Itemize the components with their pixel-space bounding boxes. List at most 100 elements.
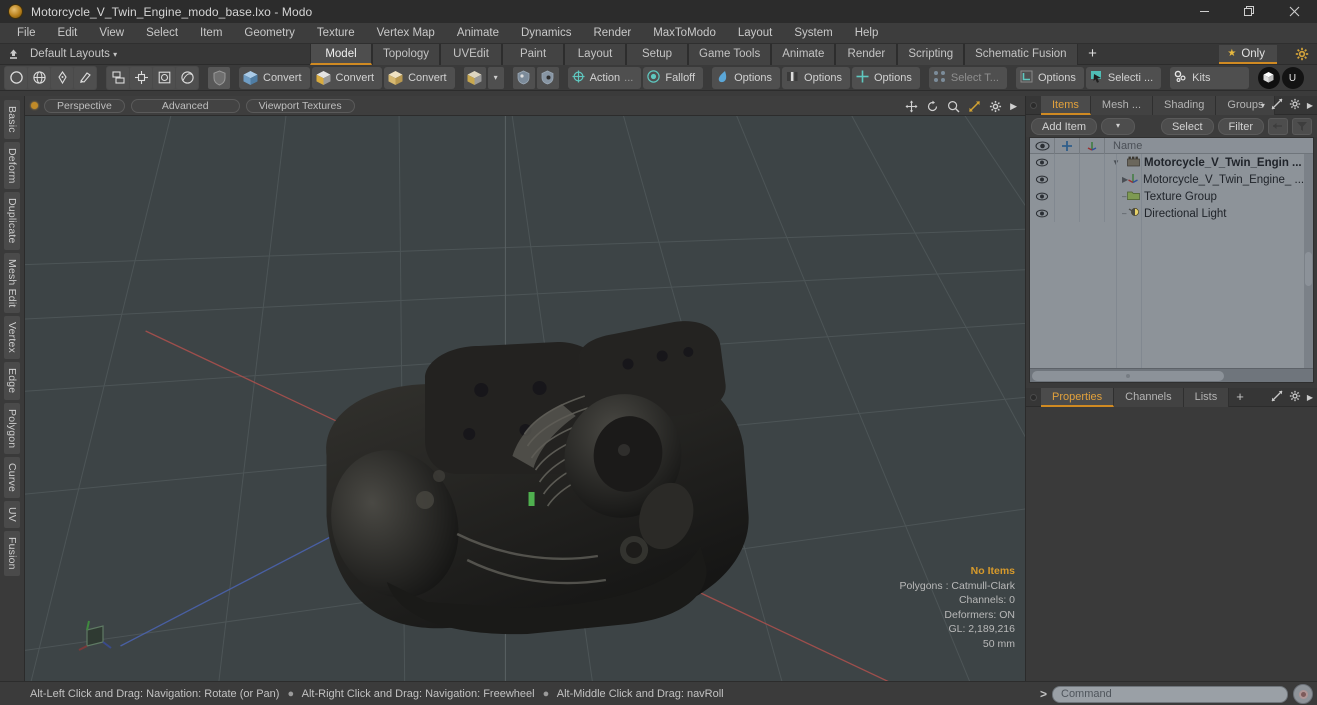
layout-tab-setup[interactable]: Setup — [626, 44, 689, 65]
tab-items[interactable]: Items — [1041, 95, 1091, 115]
convert-button-2[interactable]: Convert — [311, 66, 383, 89]
action-center-button[interactable]: Action ... — [567, 66, 642, 89]
only-toggle-button[interactable]: ★ Only — [1219, 45, 1277, 64]
3d-viewport[interactable]: No Items Polygons : Catmull-Clark Channe… — [25, 116, 1025, 681]
selection-button[interactable]: Selecti ... — [1085, 66, 1162, 89]
home-anchor-icon[interactable] — [0, 48, 26, 61]
menu-item-layout[interactable]: Layout — [727, 23, 784, 44]
add-layout-tab-button[interactable]: + — [1078, 44, 1108, 65]
menu-item-file[interactable]: File — [6, 23, 47, 44]
gear-icon[interactable] — [1289, 97, 1301, 115]
tab-mesh[interactable]: Mesh ... — [1090, 95, 1154, 115]
expand-icon[interactable] — [1271, 389, 1283, 407]
item-list[interactable]: Name ▼ Motorcycle_V_Twin_Engin ... — [1029, 137, 1314, 383]
rotate-icon[interactable] — [926, 100, 939, 113]
menu-item-texture[interactable]: Texture — [306, 23, 366, 44]
item-row-texture-group[interactable]: – Texture Group — [1030, 188, 1313, 205]
add-panel-tab-button[interactable]: + — [1229, 388, 1251, 407]
item-list-vertical-scrollbar[interactable] — [1304, 154, 1313, 368]
convert-button-3[interactable]: Convert — [384, 66, 455, 89]
unity-badge-icon[interactable]: U — [1281, 66, 1304, 89]
kits-button[interactable]: Kits — [1170, 66, 1249, 89]
back-arrow-icon[interactable] — [1268, 117, 1288, 135]
sidebar-tab-fusion[interactable]: Fusion — [4, 531, 20, 576]
tab-channels[interactable]: Channels — [1114, 387, 1184, 407]
item-list-horizontal-scrollbar[interactable] — [1030, 368, 1313, 382]
gear-icon[interactable] — [1295, 47, 1309, 66]
menu-item-item[interactable]: Item — [189, 23, 233, 44]
tab-shading[interactable]: Shading — [1153, 95, 1217, 115]
scrollbar-thumb[interactable] — [1032, 370, 1225, 381]
item-row-mesh[interactable]: ▶ Motorcycle_V_Twin_Engine_ ... — [1030, 171, 1313, 188]
close-icon[interactable] — [1272, 0, 1317, 23]
sidebar-tab-basic[interactable]: Basic — [4, 100, 20, 139]
sidebar-tab-duplicate[interactable]: Duplicate — [4, 192, 20, 250]
circle-icon[interactable] — [5, 66, 27, 89]
sidebar-tab-edge[interactable]: Edge — [4, 362, 20, 400]
select-through-button[interactable]: Select T... — [928, 66, 1007, 89]
layout-tab-model[interactable]: Model — [310, 44, 372, 65]
options-button-1[interactable]: Options — [712, 66, 781, 89]
gear-icon[interactable] — [1289, 389, 1301, 407]
plus-icon[interactable] — [1055, 137, 1080, 154]
layout-tab-render[interactable]: Render — [835, 44, 898, 65]
chevron-down-icon[interactable]: ▾ — [1261, 101, 1265, 110]
sidebar-tab-deform[interactable]: Deform — [4, 141, 20, 190]
cube-icon[interactable] — [463, 66, 486, 89]
record-icon[interactable] — [1293, 684, 1313, 704]
layout-tab-topology[interactable]: Topology — [372, 44, 441, 65]
menu-item-maxtomodo[interactable]: MaxToModo — [642, 23, 727, 44]
menu-item-render[interactable]: Render — [582, 23, 642, 44]
falloff-button[interactable]: Falloff — [643, 66, 704, 89]
tab-lists[interactable]: Lists — [1183, 387, 1230, 407]
menu-item-view[interactable]: View — [88, 23, 135, 44]
default-layouts-dropdown[interactable]: Default Layouts ▾ — [30, 48, 117, 60]
sidebar-tab-mesh-edit[interactable]: Mesh Edit — [4, 252, 20, 314]
zoom-icon[interactable] — [947, 100, 960, 113]
globe-icon[interactable] — [28, 66, 50, 89]
layout-tab-schematic-fusion[interactable]: Schematic Fusion — [964, 44, 1078, 65]
menu-item-animate[interactable]: Animate — [446, 23, 510, 44]
eye-icon[interactable] — [1030, 171, 1055, 188]
filter-button[interactable]: Filter — [1217, 117, 1264, 135]
viewport-mode-perspective[interactable]: Perspective — [44, 98, 125, 113]
sidebar-tab-polygon[interactable]: Polygon — [4, 402, 20, 455]
sidebar-tab-uv[interactable]: UV — [4, 501, 20, 529]
eye-icon[interactable] — [1030, 137, 1055, 154]
array-icon[interactable] — [130, 66, 152, 89]
layout-tab-paint[interactable]: Paint — [502, 44, 565, 65]
smooth-icon[interactable] — [176, 66, 198, 89]
brush-icon[interactable] — [74, 66, 96, 89]
layout-tab-uvedit[interactable]: UVEdit — [440, 44, 503, 65]
options-button-2[interactable]: Options — [782, 66, 850, 89]
axis-icon[interactable] — [1080, 137, 1105, 154]
sidebar-tab-curve[interactable]: Curve — [4, 457, 20, 499]
viewport-shading-advanced[interactable]: Advanced — [130, 98, 240, 113]
gear-icon[interactable] — [989, 100, 1002, 113]
menu-item-geometry[interactable]: Geometry — [233, 23, 306, 44]
restore-icon[interactable] — [1227, 0, 1272, 23]
item-row-root[interactable]: ▼ Motorcycle_V_Twin_Engin ... — [1030, 154, 1313, 171]
menu-item-dynamics[interactable]: Dynamics — [510, 23, 582, 44]
layout-tab-scripting[interactable]: Scripting — [897, 44, 965, 65]
viewport-textures-toggle[interactable]: Viewport Textures — [245, 98, 355, 113]
convert-button-1[interactable]: Convert — [239, 66, 310, 89]
pen-icon[interactable] — [51, 66, 73, 89]
expand-icon[interactable] — [1271, 97, 1283, 115]
add-item-dropdown[interactable]: ▾ — [1101, 117, 1136, 135]
tab-properties[interactable]: Properties — [1041, 387, 1115, 407]
sidebar-tab-vertex[interactable]: Vertex — [4, 316, 20, 360]
options-button-4[interactable]: Options — [1015, 66, 1084, 89]
funnel-icon[interactable] — [1292, 117, 1312, 135]
minimize-icon[interactable] — [1182, 0, 1227, 23]
chevron-right-icon[interactable]: ▶ — [1010, 101, 1017, 112]
menu-item-help[interactable]: Help — [844, 23, 890, 44]
layout-tab-game-tools[interactable]: Game Tools — [688, 44, 772, 65]
cube-dropdown-arrow[interactable]: ▾ — [487, 66, 504, 89]
chevron-right-icon[interactable]: ▶ — [1307, 393, 1313, 402]
bevel-icon[interactable] — [153, 66, 175, 89]
menu-item-edit[interactable]: Edit — [47, 23, 89, 44]
shield-icon[interactable] — [208, 66, 230, 89]
command-input[interactable] — [1052, 685, 1288, 703]
move-icon[interactable] — [905, 100, 918, 113]
